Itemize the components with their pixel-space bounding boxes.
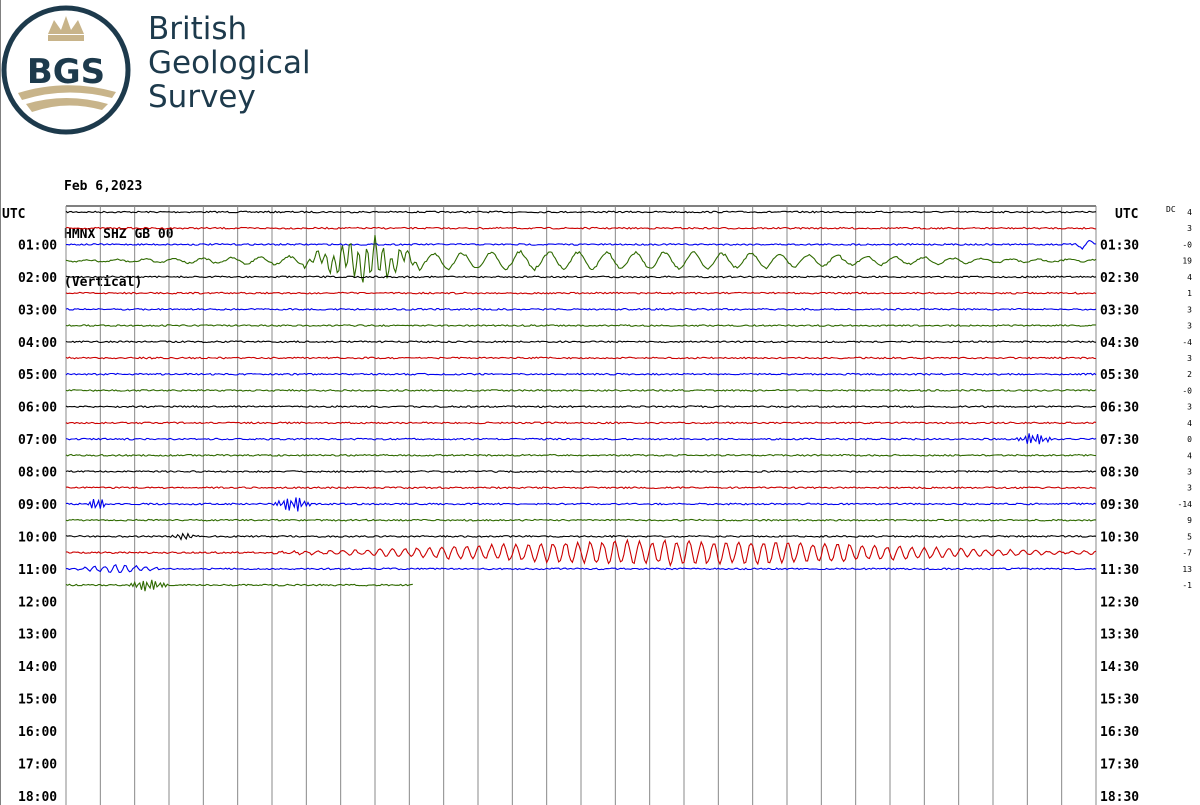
dc-offset-value: 3 xyxy=(1187,322,1192,331)
dc-offset-value: -4 xyxy=(1182,338,1192,347)
left-time-label: 13:00 xyxy=(18,628,57,643)
dc-offset-value: 3 xyxy=(1187,484,1192,493)
dc-offset-value: 3 xyxy=(1187,354,1192,363)
right-time-label: 05:30 xyxy=(1100,368,1139,383)
dc-offset-value: 4 xyxy=(1187,273,1192,282)
left-time-label: 01:00 xyxy=(18,238,57,253)
dc-offset-value: 13 xyxy=(1182,565,1192,574)
right-time-label: 10:30 xyxy=(1100,530,1139,545)
right-time-label: 08:30 xyxy=(1100,466,1139,481)
dc-offset-value: -1 xyxy=(1182,581,1192,590)
dc-label: DC xyxy=(1166,205,1176,214)
left-time-label: 07:00 xyxy=(18,433,57,448)
left-time-label: 18:00 xyxy=(18,790,57,805)
left-time-label: 09:00 xyxy=(18,498,57,513)
dc-offset-value: 1 xyxy=(1187,289,1192,298)
right-time-label: 04:30 xyxy=(1100,336,1139,351)
right-time-label: 06:30 xyxy=(1100,401,1139,416)
left-time-label: 17:00 xyxy=(18,757,57,772)
left-time-label: 14:00 xyxy=(18,660,57,675)
helicorder-chart: 01:00 02:00 03:00 04:00 05:00 06:00 07:00 08:00… xyxy=(0,0,1192,805)
dc-offset-value: 5 xyxy=(1187,532,1192,541)
dc-offset-value: 9 xyxy=(1187,516,1192,525)
right-time-label: 17:30 xyxy=(1100,757,1139,772)
dc-offset-value: 4 xyxy=(1187,451,1192,460)
left-time-label: 11:00 xyxy=(18,563,57,578)
left-time-label: 05:00 xyxy=(18,368,57,383)
dc-offset-value: 3 xyxy=(1187,403,1192,412)
dc-offset-value: -7 xyxy=(1182,549,1192,558)
right-time-label: 01:30 xyxy=(1100,238,1139,253)
right-time-label: 11:30 xyxy=(1100,563,1139,578)
right-time-label: 14:30 xyxy=(1100,660,1139,675)
dc-offset-value: 0 xyxy=(1187,435,1192,444)
right-time-label: 09:30 xyxy=(1100,498,1139,513)
dc-offset-value: 3 xyxy=(1187,305,1192,314)
right-time-label: 13:30 xyxy=(1100,628,1139,643)
left-time-label: 12:00 xyxy=(18,595,57,610)
left-time-label: 15:00 xyxy=(18,693,57,708)
left-time-label: 06:00 xyxy=(18,401,57,416)
right-axis-label: UTC xyxy=(1115,207,1138,222)
left-time-label: 08:00 xyxy=(18,466,57,481)
left-time-label: 04:00 xyxy=(18,336,57,351)
time-labels: 01:00 02:00 03:00 04:00 05:00 06:00 07:00 08:00… xyxy=(18,208,1192,805)
left-time-label: 16:00 xyxy=(18,725,57,740)
right-time-label: 16:30 xyxy=(1100,725,1139,740)
right-time-label: 18:30 xyxy=(1100,790,1139,805)
dc-offset-value: 19 xyxy=(1182,257,1192,266)
dc-offset-value: 2 xyxy=(1187,370,1192,379)
left-time-label: 10:00 xyxy=(18,530,57,545)
dc-offset-value: 4 xyxy=(1187,208,1192,217)
dc-offset-value: 4 xyxy=(1187,419,1192,428)
left-time-label: 03:00 xyxy=(18,303,57,318)
right-time-label: 12:30 xyxy=(1100,595,1139,610)
right-time-label: 02:30 xyxy=(1100,271,1139,286)
right-time-label: 07:30 xyxy=(1100,433,1139,448)
time-grid xyxy=(0,0,1097,805)
right-time-label: 15:30 xyxy=(1100,693,1139,708)
dc-offset-value: 3 xyxy=(1187,224,1192,233)
left-time-label: 02:00 xyxy=(18,271,57,286)
trace-line-24 xyxy=(65,579,413,592)
dc-offset-value: 3 xyxy=(1187,468,1192,477)
dc-offset-value: -0 xyxy=(1182,240,1192,249)
dc-offset-value: -0 xyxy=(1182,386,1192,395)
dc-offset-value: -14 xyxy=(1178,500,1193,509)
left-axis-label: UTC xyxy=(2,207,25,222)
right-time-label: 03:30 xyxy=(1100,303,1139,318)
